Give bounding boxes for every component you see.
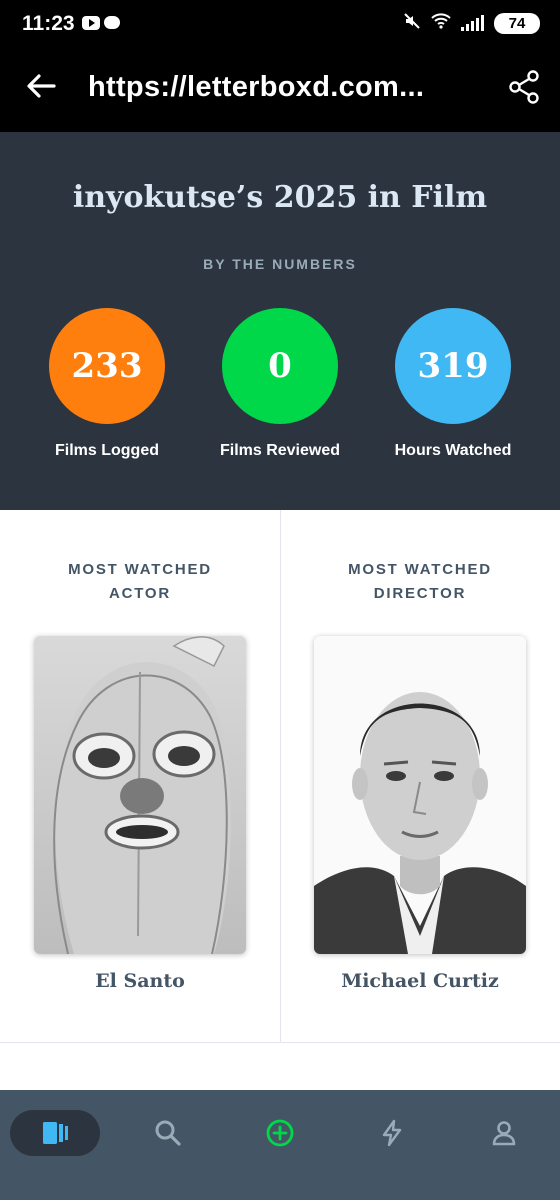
by-the-numbers-heading: BY THE NUMBERS (203, 256, 357, 272)
director-heading: MOST WATCHED DIRECTOR (280, 558, 560, 606)
add-icon (266, 1119, 294, 1147)
browser-app-bar: https://letterboxd.com... (0, 50, 560, 132)
nav-films[interactable] (10, 1110, 100, 1156)
nav-activity[interactable] (347, 1110, 437, 1156)
mute-icon (403, 12, 421, 34)
profile-icon (492, 1121, 516, 1146)
actor-heading-line1: MOST WATCHED (68, 561, 212, 578)
stats-panel: inyokutse’s 2025 in Film BY THE NUMBERS … (0, 132, 560, 510)
films-logged-circle: 233 (49, 308, 165, 424)
signal-icon (461, 15, 484, 31)
films-reviewed-label: Films Reviewed (219, 442, 341, 459)
stat-films-reviewed: 0 Films Reviewed (190, 308, 370, 460)
actor-portrait[interactable] (34, 636, 246, 954)
director-heading-line1: MOST WATCHED (348, 561, 492, 578)
stat-films-logged: 233 Films Logged (17, 308, 197, 460)
actor-heading: MOST WATCHED ACTOR (0, 558, 280, 606)
most-watched-actor: MOST WATCHED ACTOR El Santo (0, 510, 280, 1042)
films-icon (43, 1122, 68, 1144)
chat-icon (104, 16, 120, 29)
films-logged-value: 233 (71, 346, 143, 386)
hours-watched-value: 319 (417, 346, 489, 386)
most-watched-director: MOST WATCHED DIRECTOR Michael Curtiz (280, 510, 560, 1042)
url-text[interactable]: https://letterboxd.com... (88, 71, 424, 104)
films-reviewed-value: 0 (268, 346, 292, 386)
status-time: 11:23 (22, 12, 75, 35)
activity-icon (382, 1119, 402, 1147)
nav-search[interactable] (123, 1110, 213, 1156)
actor-name[interactable]: El Santo (0, 970, 280, 992)
youtube-icon (82, 16, 100, 30)
page-title: inyokutse’s 2025 in Film (72, 180, 488, 215)
actor-heading-line2: ACTOR (108, 585, 172, 602)
share-icon[interactable] (508, 70, 540, 104)
bottom-navigation (0, 1090, 560, 1200)
search-icon (155, 1120, 181, 1146)
wifi-icon (431, 13, 451, 33)
hours-watched-circle: 319 (395, 308, 511, 424)
films-logged-label: Films Logged (55, 442, 159, 459)
director-heading-line2: DIRECTOR (373, 585, 467, 602)
films-reviewed-circle: 0 (222, 308, 338, 424)
nav-profile[interactable] (459, 1110, 549, 1156)
most-watched-section: MOST WATCHED ACTOR El Santo MOST WATCHED… (0, 510, 560, 1043)
hours-watched-label: Hours Watched (394, 442, 512, 459)
status-bar: 11:23 74 (0, 0, 560, 50)
director-name[interactable]: Michael Curtiz (280, 970, 560, 992)
stat-hours-watched: 319 Hours Watched (363, 308, 543, 460)
director-portrait[interactable] (314, 636, 526, 954)
battery-icon: 74 (494, 12, 540, 34)
back-arrow-icon[interactable] (24, 69, 58, 103)
nav-add[interactable] (235, 1110, 325, 1156)
